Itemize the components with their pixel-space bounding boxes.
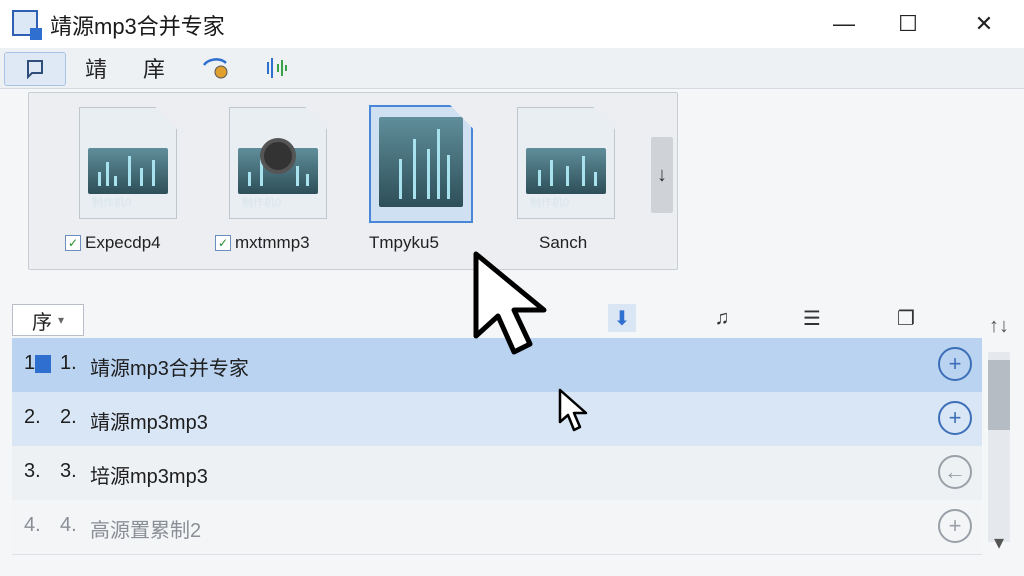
audio-file-icon: 制作机0 — [517, 107, 615, 219]
sort-label: 序 — [31, 311, 52, 334]
add-icon[interactable]: + — [938, 347, 972, 381]
list-item[interactable]: 4. 4. 高源置累制2 + — [12, 500, 982, 555]
audio-file-icon: 制作机0 — [229, 107, 327, 219]
maximize-button[interactable]: ☐ — [878, 0, 938, 48]
row-name: 靖源mp3mp3 — [90, 412, 208, 434]
file-thumbnail[interactable]: 制作机0 ✓ Expecdp4 — [65, 105, 185, 255]
row-index: 2. — [24, 406, 41, 428]
file-thumbnail-panel: 制作机0 ✓ Expecdp4 制作机0 ✓ mxtmmp3 Tmpyku5 制作机… — [28, 92, 678, 270]
file-icon[interactable] — [4, 52, 66, 86]
sort-dropdown[interactable]: 序 ▾ — [12, 304, 84, 336]
toolbar-item-1[interactable]: 靖 — [76, 52, 116, 84]
file-list: 1 1. 靖源mp3合并专家 + 2. 2. 靖源mp3mp3 + 3. 3. … — [12, 338, 982, 576]
waveform-icon[interactable] — [258, 52, 298, 84]
thumbnail-label: Expecdp4 — [85, 233, 161, 252]
row-name: 培源mp3mp3 — [90, 466, 208, 488]
cursor-arrow-icon — [558, 388, 588, 432]
row-number: 3. — [60, 460, 77, 482]
toolbar: 靖 庠 — [0, 48, 1024, 89]
row-number: 1. — [60, 352, 77, 374]
thumbnail-label: Tmpyku5 — [369, 233, 439, 252]
music-convert-icon[interactable] — [194, 52, 238, 84]
app-icon — [12, 10, 42, 40]
list-item[interactable]: 3. 3. 培源mp3mp3 ← — [12, 446, 982, 501]
chevron-down-icon: ▾ — [57, 313, 65, 327]
thumbnail-caption: 制作机0 — [92, 197, 132, 209]
copy-icon[interactable]: ❐ — [892, 304, 920, 332]
window-title: 靖源mp3合并专家 — [50, 14, 225, 39]
add-icon[interactable]: + — [938, 509, 972, 543]
equalizer-icon[interactable]: ☰ — [798, 304, 826, 332]
row-index: 4. — [24, 514, 41, 536]
thumbnail-label: mxtmmp3 — [235, 233, 310, 252]
music-note-icon[interactable]: ♫ — [708, 304, 736, 332]
scroll-thumb[interactable] — [988, 360, 1010, 430]
list-item[interactable]: 2. 2. 靖源mp3mp3 + — [12, 392, 982, 447]
file-thumbnail[interactable]: 制作机0 Sanch — [503, 105, 623, 255]
cursor-arrow-icon — [473, 251, 547, 355]
title-bar: 靖源mp3合并专家 — ☐ ✕ — [0, 0, 1024, 48]
scroll-down-button[interactable]: ▾ — [988, 522, 1010, 562]
row-index: 1 — [24, 352, 52, 375]
row-name: 高源置累制2 — [90, 520, 202, 542]
back-icon[interactable]: ← — [938, 455, 972, 489]
sort-down-icon[interactable]: ⬇ — [608, 304, 636, 332]
file-thumbnail[interactable]: 制作机0 ✓ mxtmmp3 — [215, 105, 335, 255]
thumbnail-checkbox[interactable]: ✓ — [215, 235, 231, 251]
row-index: 3. — [24, 460, 41, 482]
row-number: 4. — [60, 514, 77, 536]
play-disc-icon — [260, 138, 296, 174]
thumbnail-scroll-button[interactable]: ↓ — [651, 137, 673, 213]
minimize-button[interactable]: — — [814, 0, 874, 48]
scroll-up-button[interactable]: ↑↓ — [988, 306, 1010, 346]
row-number: 2. — [60, 406, 77, 428]
list-scrollbar[interactable]: ↑↓ ▾ — [984, 300, 1014, 556]
row-name: 靖源mp3合并专家 — [90, 358, 249, 380]
toolbar-item-2[interactable]: 庠 — [134, 52, 174, 84]
close-button[interactable]: ✕ — [954, 0, 1014, 48]
audio-file-icon: 制作机0 — [79, 107, 177, 219]
file-thumbnail-selected[interactable]: Tmpyku5 — [355, 105, 475, 255]
thumbnail-checkbox[interactable]: ✓ — [65, 235, 81, 251]
scroll-track[interactable] — [988, 352, 1010, 542]
audio-file-icon — [369, 105, 473, 223]
thumbnail-caption: 制作机0 — [530, 197, 570, 209]
thumbnail-caption: 制作机0 — [242, 197, 282, 209]
add-icon[interactable]: + — [938, 401, 972, 435]
